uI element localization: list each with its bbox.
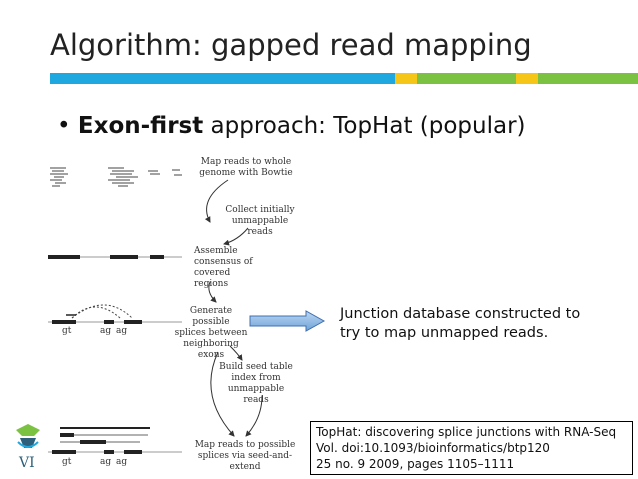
citation-title: TopHat: discovering splice junctions wit… — [316, 425, 617, 439]
splice-candidates — [48, 304, 182, 324]
junction-database-note: Junction database constructed to try to … — [340, 306, 581, 341]
step-generate-splices: Generate possible splices between neighb… — [174, 306, 248, 360]
read-pileup — [50, 167, 182, 187]
callout-arrow — [249, 310, 326, 332]
step-map-reads: Map reads to whole genome with Bowtie — [199, 157, 293, 178]
site-label-gt: gt — [62, 326, 72, 336]
citation-pages: 25 no. 9 2009, pages 1105–1111 — [316, 457, 515, 471]
site-label-ag-bottom-2: ag — [116, 457, 128, 467]
step-map-splices: Map reads to possible splices via seed-a… — [194, 440, 296, 472]
step-assemble-consensus: Assemble consensus of covered regions — [194, 246, 253, 289]
citation-doi: Vol. doi:10.1093/bioinformatics/btp120 — [316, 441, 550, 455]
site-label-ag-2: ag — [116, 326, 128, 336]
split-read-alignments — [48, 427, 182, 454]
step-collect-unmappable: Collect initially unmappable reads — [225, 205, 295, 237]
tophat-figure — [48, 167, 326, 454]
institute-logo-text: VI — [19, 455, 35, 471]
consensus-track — [48, 255, 182, 259]
site-label-ag-1: ag — [100, 326, 112, 336]
step-build-seed-table: Build seed table index from unmappable r… — [219, 362, 293, 405]
citation-box: TopHat: discovering splice junctions wit… — [310, 421, 633, 475]
site-label-gt-bottom: gt — [62, 457, 72, 467]
site-label-ag-bottom-1: ag — [100, 457, 112, 467]
